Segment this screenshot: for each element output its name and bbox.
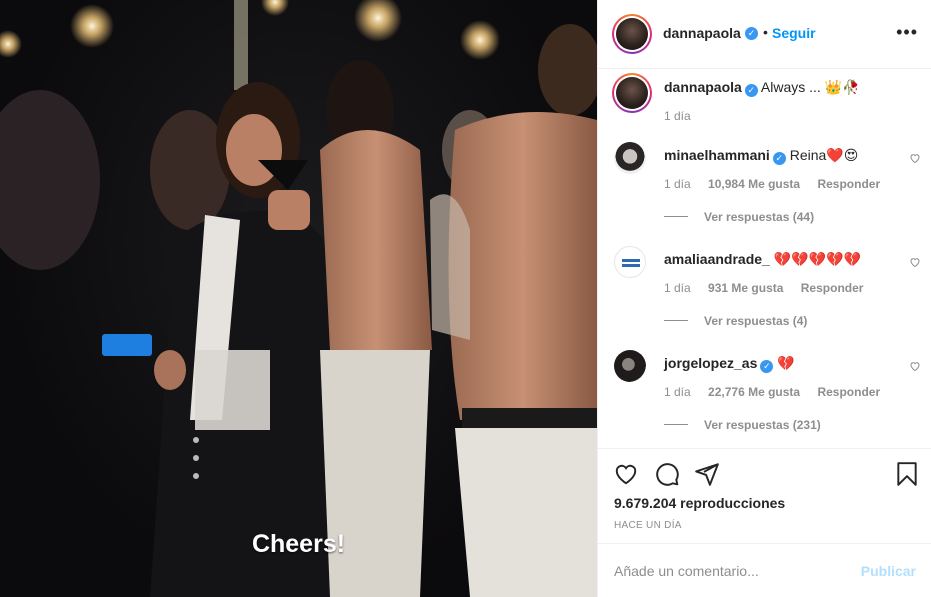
reply-button[interactable]: Responder xyxy=(817,385,880,399)
comment-like-heart-icon[interactable] xyxy=(909,152,921,164)
comment-likes[interactable]: 10,984 Me gusta xyxy=(708,177,800,191)
view-replies-button[interactable]: Ver respuestas (231) xyxy=(664,418,821,432)
caption-username[interactable]: dannapaola xyxy=(664,79,742,95)
comment-likes[interactable]: 22,776 Me gusta xyxy=(708,385,800,399)
post-timestamp[interactable]: HACE UN DÍA xyxy=(614,520,682,531)
comment-like-heart-icon[interactable] xyxy=(909,360,921,372)
comment-icon[interactable] xyxy=(654,461,680,487)
verified-badge-icon: ✓ xyxy=(772,152,786,165)
reply-button[interactable]: Responder xyxy=(817,177,880,191)
post-side-panel: dannapaola ✓ • Seguir ••• dannapaola ✓ Al… xyxy=(597,0,931,597)
comment-input[interactable] xyxy=(614,560,844,582)
post-actions: 9.679.204 reproducciones HACE UN DÍA xyxy=(598,448,931,543)
commenter-avatar[interactable] xyxy=(614,350,646,382)
post-header: dannapaola ✓ • Seguir ••• xyxy=(598,0,931,69)
verified-badge-icon: ✓ xyxy=(745,27,758,40)
comment-time[interactable]: 1 día xyxy=(664,177,691,191)
video-subtitle: Cheers! xyxy=(251,530,346,558)
comment-item: jorgelopez_as ✓ 💔 1 día 22,776 Me gusta R… xyxy=(598,350,931,454)
comment-text: 💔💔💔💔💔 xyxy=(773,251,861,267)
comment-text: Reina❤️😍 xyxy=(789,147,859,163)
view-replies-button[interactable]: Ver respuestas (4) xyxy=(664,314,807,328)
commenter-avatar[interactable] xyxy=(614,246,646,278)
video-frame-illustration xyxy=(0,0,597,597)
commenter-username[interactable]: minaelhammani xyxy=(664,147,770,163)
verified-badge-icon: ✓ xyxy=(744,84,758,97)
comment-time[interactable]: 1 día xyxy=(664,385,691,399)
comment-time[interactable]: 1 día xyxy=(664,281,691,295)
bookmark-icon[interactable] xyxy=(894,461,920,487)
publish-button[interactable]: Publicar xyxy=(861,563,916,579)
view-replies-button[interactable]: Ver respuestas (44) xyxy=(664,210,814,224)
caption-time[interactable]: 1 día xyxy=(664,109,691,123)
verified-badge-icon: ✓ xyxy=(760,360,774,373)
follow-button[interactable]: Seguir xyxy=(772,25,816,41)
comment-item: amaliaandrade_ 💔💔💔💔💔 1 día 931 Me gusta … xyxy=(598,246,931,350)
commenter-username[interactable]: amaliaandrade_ xyxy=(664,251,770,267)
more-options-icon[interactable]: ••• xyxy=(896,22,918,43)
post-video[interactable]: Cheers! xyxy=(0,0,597,597)
comment-likes[interactable]: 931 Me gusta xyxy=(708,281,783,295)
caption-text: Always ... 👑🥀 xyxy=(760,79,860,95)
reply-button[interactable]: Responder xyxy=(801,281,864,295)
comment-like-heart-icon[interactable] xyxy=(909,256,921,268)
author-avatar[interactable] xyxy=(612,14,652,54)
commenter-username[interactable]: jorgelopez_as xyxy=(664,355,757,371)
view-count[interactable]: 9.679.204 reproducciones xyxy=(614,495,785,511)
comment-composer: Publicar xyxy=(598,543,931,597)
comment-text: 💔 xyxy=(777,355,795,371)
separator-dot: • xyxy=(763,24,768,40)
commenter-avatar[interactable] xyxy=(614,142,646,174)
caption-author-avatar[interactable] xyxy=(612,73,652,113)
share-icon[interactable] xyxy=(694,461,720,487)
heart-icon[interactable] xyxy=(613,461,639,487)
comment-item: minaelhammani ✓ Reina❤️😍 1 día 10,984 Me … xyxy=(598,142,931,246)
author-username[interactable]: dannapaola xyxy=(663,25,741,41)
